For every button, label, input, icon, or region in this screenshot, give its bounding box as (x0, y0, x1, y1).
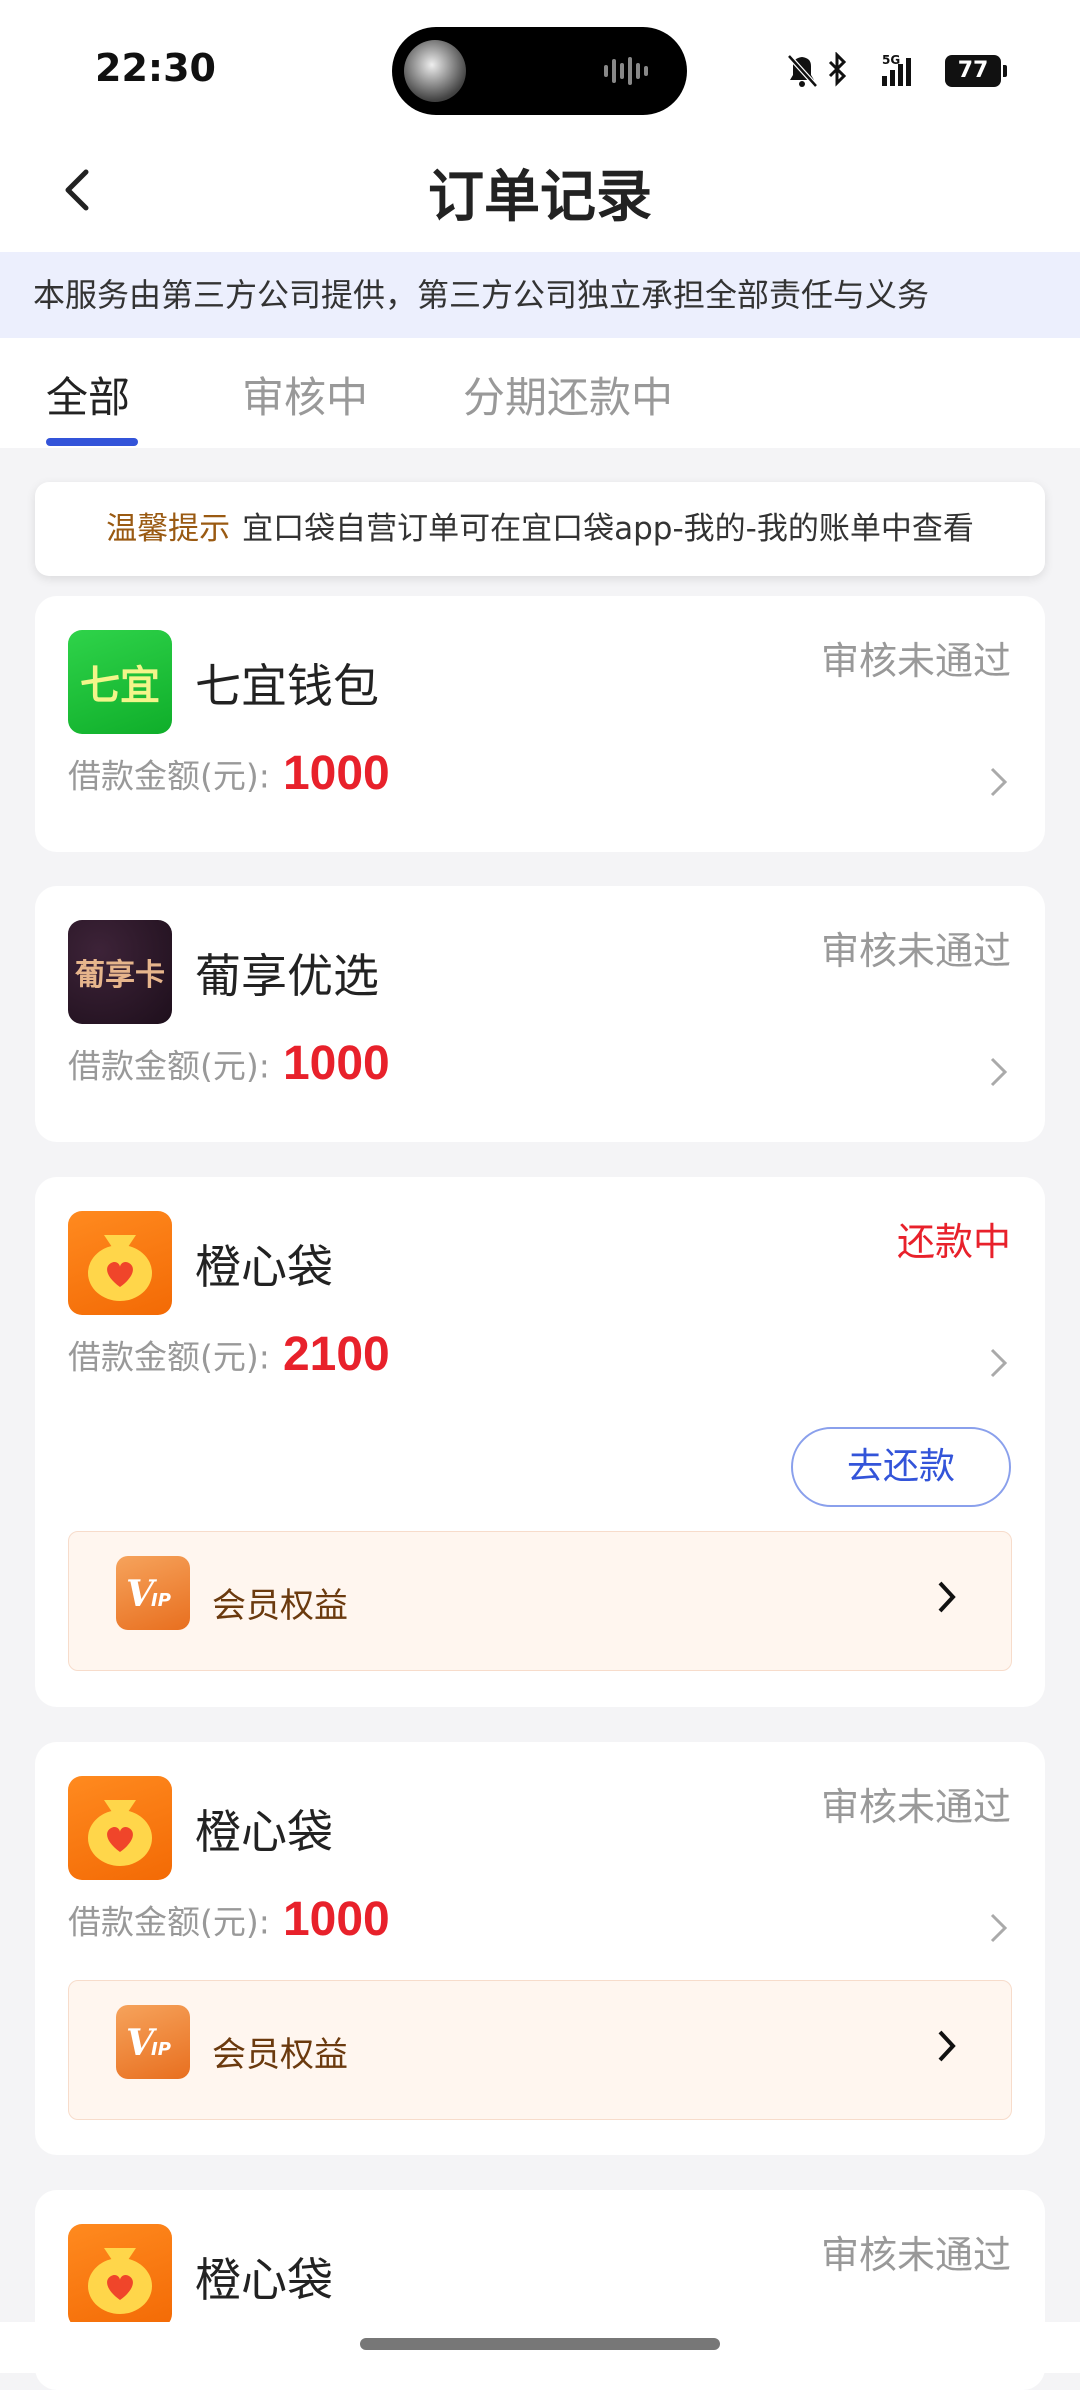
status-icons: 5G (787, 52, 911, 88)
order-card[interactable]: 橙心袋 审核未通过 借款金额(元): 1000 V IP 会员权益 (35, 1742, 1045, 2155)
now-playing-avatar (404, 40, 466, 102)
amount-label: 借款金额(元): (68, 1337, 270, 1377)
order-status: 审核未通过 (820, 1785, 1011, 1829)
home-indicator[interactable] (360, 2338, 720, 2350)
order-status: 审核未通过 (820, 2233, 1011, 2277)
order-product-name: 七宜钱包 (195, 659, 379, 713)
amount-label: 借款金额(元): (68, 756, 270, 796)
chevron-right-icon[interactable] (935, 1578, 959, 1616)
amount-row: 借款金额(元): 1000 (68, 746, 390, 816)
vip-benefits-row[interactable]: V IP 会员权益 (68, 1980, 1012, 2120)
money-bag-heart-icon (68, 2224, 172, 2328)
status-bar: 22:30 5G 77 (0, 0, 1080, 130)
money-bag-heart-icon (68, 1211, 172, 1315)
vip-benefits-label: 会员权益 (212, 1586, 348, 1626)
page-title: 订单记录 (428, 165, 652, 230)
order-card[interactable]: 橙心袋 还款中 借款金额(元): 2100 去还款 V IP 会员权益 (35, 1177, 1045, 1707)
vip-icon: V IP (116, 1556, 190, 1630)
vip-benefits-label: 会员权益 (212, 2035, 348, 2075)
repay-button[interactable]: 去还款 (791, 1427, 1011, 1507)
chevron-right-icon[interactable] (987, 764, 1011, 800)
bluetooth-icon (828, 52, 847, 87)
active-tab-indicator (46, 438, 138, 446)
amount-row: 借款金额(元): 1000 (68, 1036, 390, 1106)
tab-all[interactable]: 全部 (46, 364, 130, 425)
order-status: 还款中 (896, 1220, 1011, 1264)
vip-icon: V IP (116, 2005, 190, 2079)
vip-benefits-row[interactable]: V IP 会员权益 (68, 1531, 1012, 1671)
order-card[interactable]: 葡享卡 葡享优选 审核未通过 借款金额(元): 1000 (35, 886, 1045, 1142)
chevron-right-icon[interactable] (935, 2027, 959, 2065)
amount-row: 借款金额(元): 2100 (68, 1327, 390, 1397)
order-card[interactable]: 七宜 七宜钱包 审核未通过 借款金额(元): 1000 (35, 596, 1045, 852)
order-product-name: 橙心袋 (195, 1805, 333, 1859)
amount-row: 借款金额(元): 1000 (68, 1892, 390, 1962)
svg-text:5G: 5G (882, 53, 900, 67)
amount-value: 1000 (282, 1037, 390, 1090)
nav-bar: 订单记录 (0, 130, 1080, 252)
tip-label: 温馨提示 (106, 511, 231, 547)
amount-value: 1000 (282, 1893, 390, 1946)
audio-wave-icon (604, 57, 648, 85)
svg-text:IP: IP (151, 2039, 171, 2060)
order-product-name: 橙心袋 (195, 1240, 333, 1294)
battery-indicator: 77 (945, 55, 1007, 87)
signal-5g-icon: 5G (882, 53, 911, 86)
status-time: 22:30 (95, 46, 216, 90)
third-party-notice: 本服务由第三方公司提供，第三方公司独立承担全部责任与义务 (0, 252, 1080, 338)
tip-text: 宜口袋自营订单可在宜口袋app-我的-我的账单中查看 (242, 511, 974, 547)
money-bag-heart-icon (68, 1776, 172, 1880)
amount-value: 1000 (282, 747, 390, 800)
svg-text:IP: IP (151, 1590, 171, 1611)
puxiang-logo: 葡享卡 (68, 920, 172, 1024)
order-status: 审核未通过 (820, 639, 1011, 683)
amount-value: 2100 (282, 1328, 390, 1381)
amount-label: 借款金额(元): (68, 1046, 270, 1086)
order-status: 审核未通过 (820, 929, 1011, 973)
tab-installment-repaying[interactable]: 分期还款中 (463, 364, 673, 425)
chevron-right-icon[interactable] (987, 1910, 1011, 1946)
chevron-right-icon[interactable] (987, 1054, 1011, 1090)
chevron-right-icon[interactable] (987, 1345, 1011, 1381)
tip-box: 温馨提示 宜口袋自营订单可在宜口袋app-我的-我的账单中查看 (35, 482, 1045, 576)
qiyi-wallet-logo: 七宜 (68, 630, 172, 734)
mute-bell-icon (787, 54, 818, 88)
home-indicator-bar (0, 2322, 1080, 2373)
amount-label: 借款金额(元): (68, 1902, 270, 1942)
tab-under-review[interactable]: 审核中 (242, 364, 368, 425)
order-tabs: 全部 审核中 分期还款中 (0, 338, 1080, 448)
order-product-name: 橙心袋 (195, 2253, 333, 2307)
order-product-name: 葡享优选 (195, 949, 379, 1003)
